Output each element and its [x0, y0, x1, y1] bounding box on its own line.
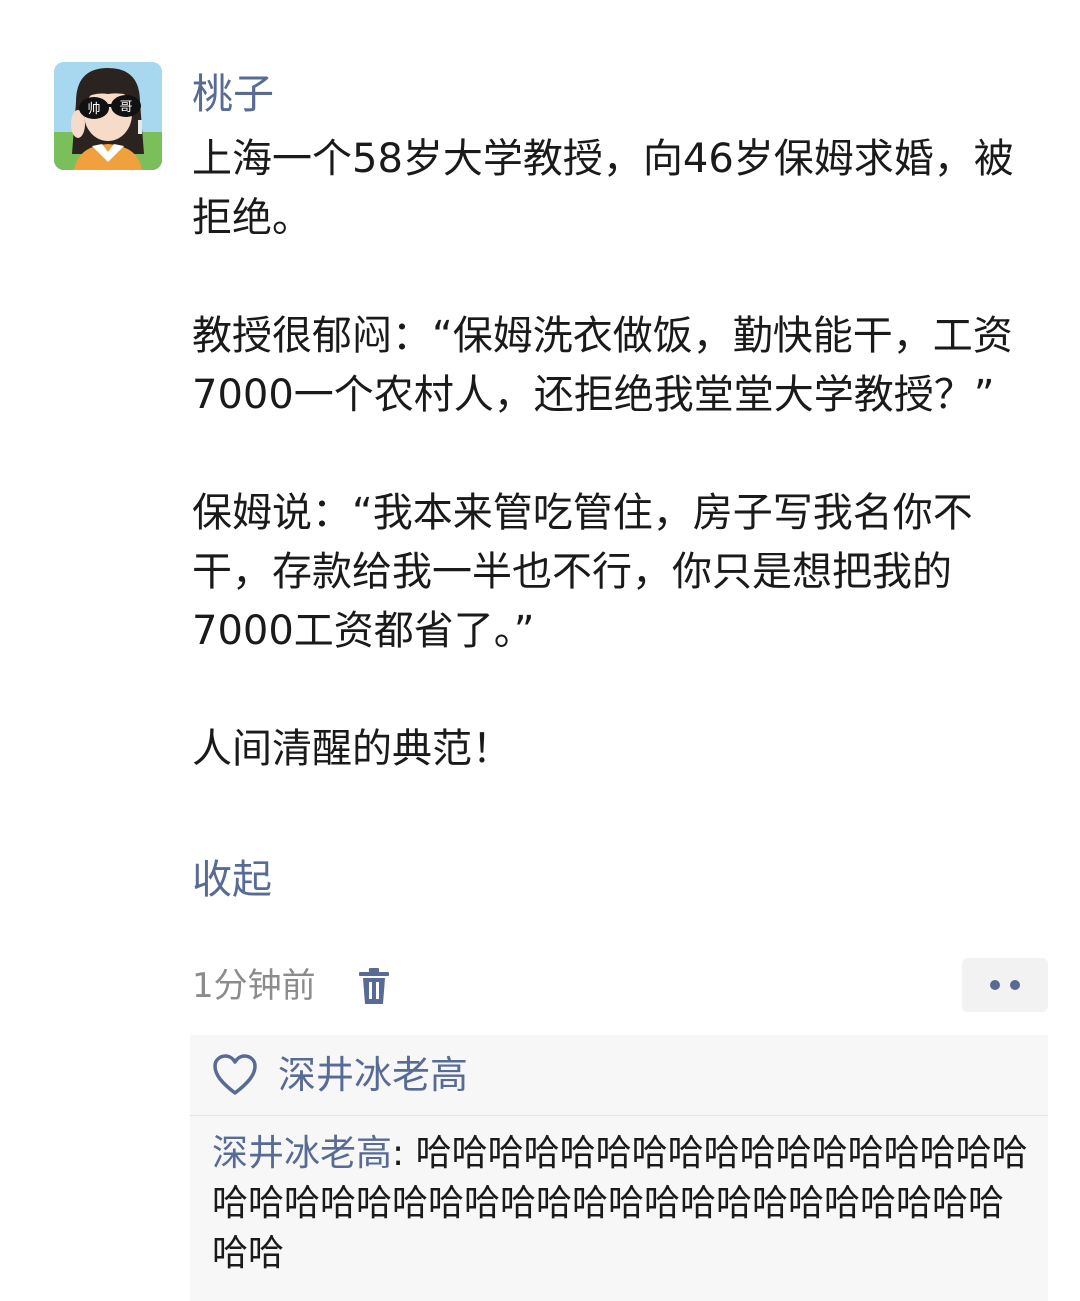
avatar-glasses-text-left: 帅 — [87, 102, 100, 117]
post-timestamp: 1分钟前 — [192, 966, 316, 1006]
likes-row: 深井冰老高 — [190, 1035, 1048, 1116]
post-paragraph: 人间清醒的典范！ — [192, 726, 512, 772]
trash-icon[interactable] — [356, 966, 392, 1006]
post-paragraph: 上海一个58岁大学教授，向46岁保姆求婚，被拒绝。 — [192, 136, 1014, 241]
comment-author[interactable]: 深井冰老高 — [212, 1133, 392, 1174]
avatar[interactable]: 帅 哥 — [54, 62, 162, 170]
avatar-glasses-text-right: 哥 — [119, 100, 132, 115]
post-body: 上海一个58岁大学教授，向46岁保姆求婚，被拒绝。 教授很郁闷：“保姆洗衣做饭，… — [192, 130, 1052, 779]
collapse-link[interactable]: 收起 — [192, 852, 272, 908]
like-user-name[interactable]: 深井冰老高 — [278, 1049, 468, 1101]
post-paragraph: 教授很郁闷：“保姆洗衣做饭，勤快能干，工资7000一个农村人，还拒绝我堂堂大学教… — [192, 313, 1013, 418]
post-paragraph: 保姆说：“我本来管吃管住，房子写我名你不干，存款给我一半也不行，你只是想把我的7… — [192, 490, 973, 654]
more-dots-icon — [1010, 980, 1020, 990]
more-actions-button[interactable] — [962, 958, 1048, 1012]
interaction-panel: 深井冰老高 深井冰老高: 哈哈哈哈哈哈哈哈哈哈哈哈哈哈哈哈哈哈哈哈哈哈哈哈哈哈哈… — [190, 1035, 1048, 1301]
avatar-image: 帅 哥 — [54, 62, 162, 170]
author-name[interactable]: 桃子 — [192, 66, 274, 122]
comment-separator: : — [392, 1133, 416, 1174]
more-dots-icon — [990, 980, 1000, 990]
comment-item[interactable]: 深井冰老高: 哈哈哈哈哈哈哈哈哈哈哈哈哈哈哈哈哈哈哈哈哈哈哈哈哈哈哈哈哈哈哈哈哈… — [212, 1129, 1032, 1279]
heart-outline-icon — [213, 1054, 257, 1095]
